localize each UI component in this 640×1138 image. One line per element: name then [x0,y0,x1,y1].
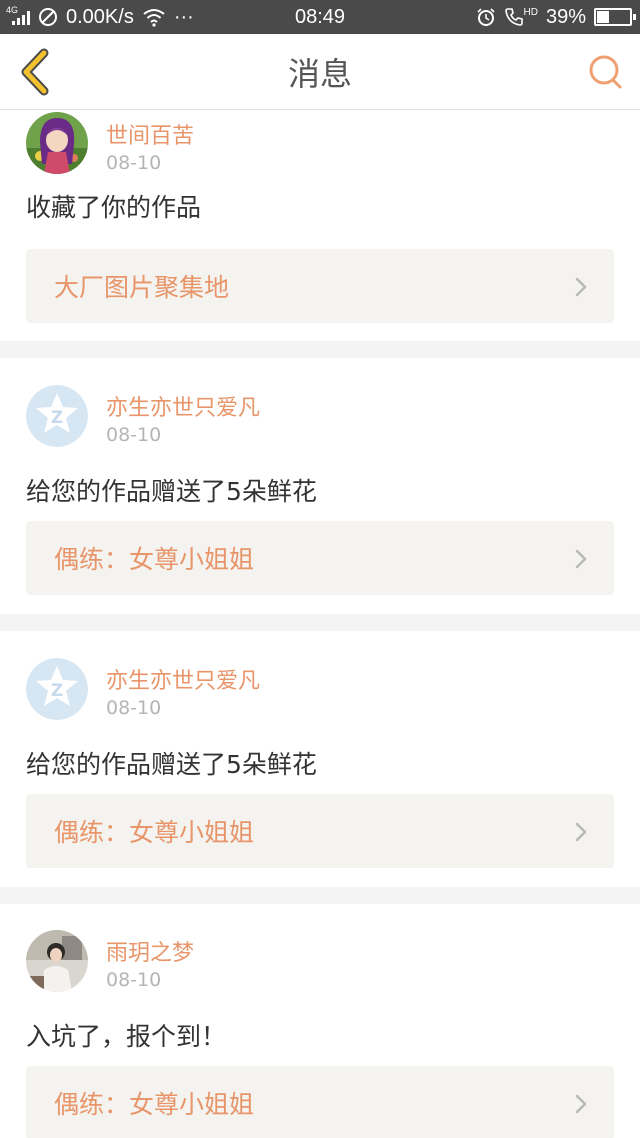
hd-call-icon: HD [504,7,538,27]
work-link[interactable]: 偶练：女尊小姐姐 [26,1066,614,1138]
username[interactable]: 雨玥之梦 [106,935,194,967]
alarm-icon [476,8,495,26]
work-title: 偶练：女尊小姐姐 [54,545,255,574]
search-button[interactable] [586,52,626,92]
chevron-right-icon [575,549,587,569]
work-title: 偶练：女尊小姐姐 [54,818,255,847]
battery-percent: 39% [545,5,586,28]
wifi-icon [143,9,165,27]
chevron-right-icon [575,1094,587,1114]
do-not-disturb-icon [39,8,57,26]
message-date: 08-10 [106,697,162,719]
battery-icon [594,8,636,26]
work-link[interactable]: 偶练：女尊小姐姐 [26,521,614,595]
message-card: 雨玥之梦 08-10 入坑了，报个到！ 偶练：女尊小姐姐 [0,904,640,1138]
work-title: 大厂图片聚集地 [54,273,230,302]
message-text: 入坑了，报个到！ [26,1022,227,1051]
message-card: Z 亦生亦世只爱凡 08-10 给您的作品赠送了5朵鲜花 偶练：女尊小姐姐 [0,358,640,614]
user-avatar[interactable] [26,112,88,174]
svg-text:Z: Z [51,408,63,428]
clock: 08:49 [294,5,346,28]
message-date: 08-10 [106,152,162,174]
user-avatar[interactable]: Z [26,658,88,720]
message-list: 世间百苦 08-10 收藏了你的作品 大厂图片聚集地 Z 亦生亦世只爱凡 08-… [0,110,640,1138]
search-icon [589,55,622,89]
hd-label: HD [523,7,538,18]
message-date: 08-10 [106,969,162,991]
back-button[interactable] [14,48,58,96]
chevron-right-icon [575,277,587,297]
message-card: Z 亦生亦世只爱凡 08-10 给您的作品赠送了5朵鲜花 偶练：女尊小姐姐 [0,631,640,887]
work-title: 偶练：女尊小姐姐 [54,1090,255,1119]
chevron-right-icon [575,822,587,842]
message-text: 收藏了你的作品 [26,193,202,222]
message-date: 08-10 [106,424,162,446]
battery-fill [597,11,610,23]
signal-icon: 4G [6,5,30,27]
network-type: 4G [6,5,19,15]
message-card: 世间百苦 08-10 收藏了你的作品 大厂图片聚集地 [0,110,640,341]
svg-text:Z: Z [51,681,63,701]
message-text: 给您的作品赠送了5朵鲜花 [26,750,317,779]
user-avatar[interactable]: Z [26,385,88,447]
work-link[interactable]: 大厂图片聚集地 [26,249,614,323]
username[interactable]: 世间百苦 [106,118,194,150]
message-text: 给您的作品赠送了5朵鲜花 [26,477,317,506]
work-link[interactable]: 偶练：女尊小姐姐 [26,794,614,868]
username[interactable]: 亦生亦世只爱凡 [106,390,260,422]
user-avatar[interactable] [26,930,88,992]
network-speed: 0.00K/s [66,5,134,28]
header: 消息 [0,34,640,110]
page-title: 消息 [287,55,352,93]
more-indicator: ··· [173,5,194,28]
status-bar: 4G 0.00K/s ··· 08:49 HD 39% [0,0,640,34]
username[interactable]: 亦生亦世只爱凡 [106,663,260,695]
